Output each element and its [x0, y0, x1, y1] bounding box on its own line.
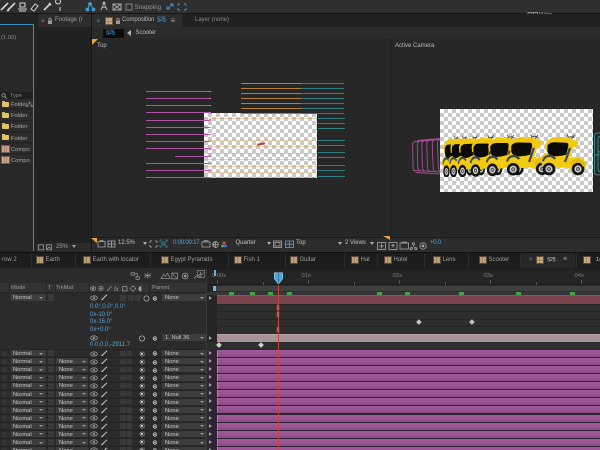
svg-text:fx: fx [114, 287, 120, 293]
